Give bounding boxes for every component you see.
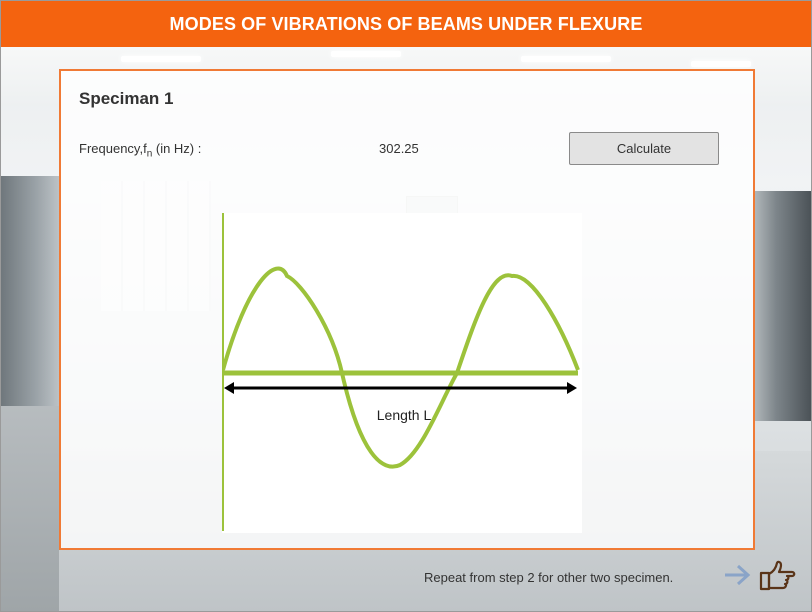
length-arrow-right-head [567,382,577,394]
length-caption: Length L [377,407,432,423]
page-title: MODES OF VIBRATIONS OF BEAMS UNDER FLEXU… [169,13,643,34]
frequency-label: Frequency,fn (in Hz) : [79,141,201,160]
mode-shape-wave [221,266,580,469]
beam-mode-svg: Length L [221,213,580,531]
frequency-value: 302.25 [379,141,419,156]
arrow-right-icon [725,564,751,586]
page-header: MODES OF VIBRATIONS OF BEAMS UNDER FLEXU… [1,1,811,47]
calculate-button[interactable]: Calculate [569,132,719,165]
specimen-title: Speciman 1 [79,89,174,108]
length-arrow-left-head [224,382,234,394]
app-window: MODES OF VIBRATIONS OF BEAMS UNDER FLEXU… [0,0,812,612]
specimen-panel: Speciman 1 Frequency,fn (in Hz) : 302.25… [59,69,755,550]
instruction-note: Repeat from step 2 for other two specime… [424,570,674,585]
beam-mode-diagram: Length L [221,213,582,533]
frequency-label-prefix: Frequency,f [79,141,147,156]
frequency-label-suffix: (in Hz) : [152,141,202,156]
pointing-hand-icon[interactable] [757,559,797,593]
